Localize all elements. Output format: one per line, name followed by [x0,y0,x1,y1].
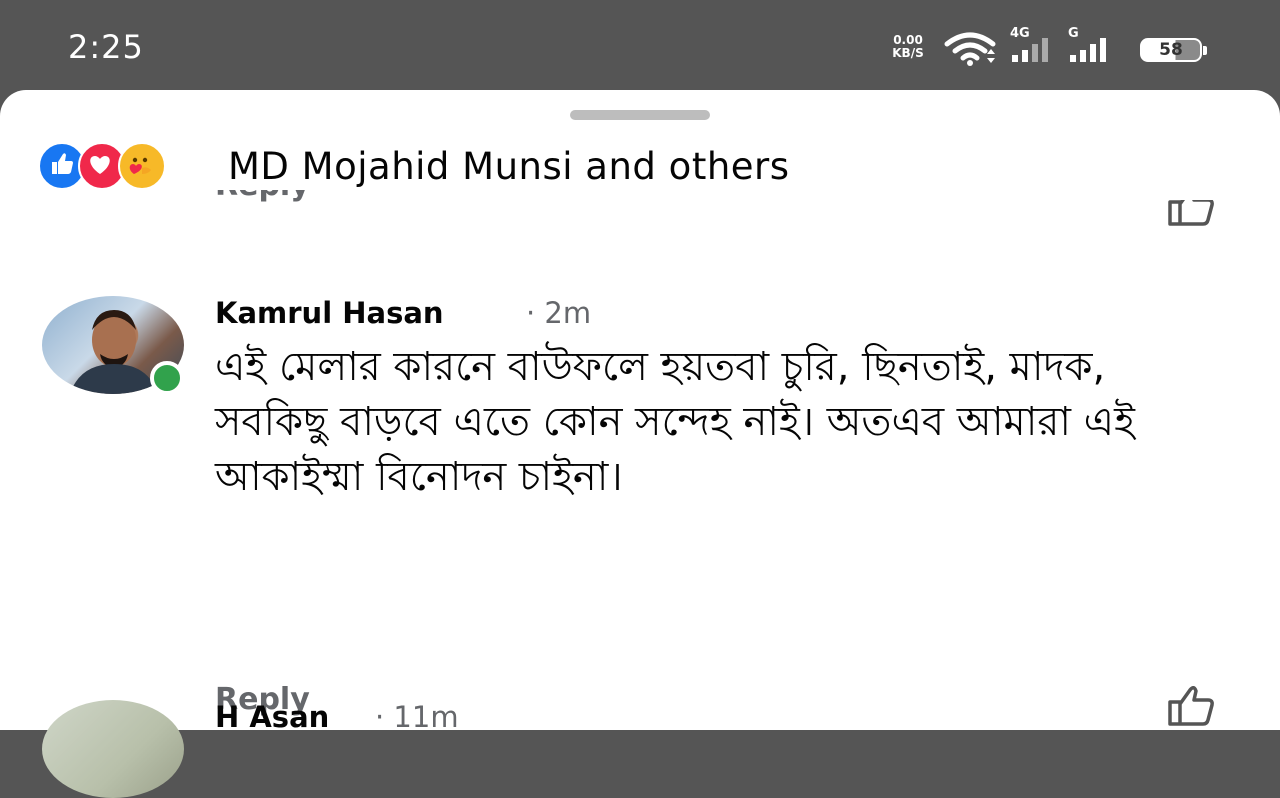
signal-4g-label: 4G [1010,26,1030,41]
avatar[interactable] [42,700,184,798]
comment-text: এই মেলার কারনে বাউফলে হয়তবা চুরি, ছিনতা… [215,344,1135,500]
comments-sheet: MD Mojahid Munsi and others Reply Kamrul… [0,90,1280,798]
signal-4g: 4G [1010,26,1056,68]
previous-reply-button[interactable]: Reply [215,190,365,230]
previous-like-button[interactable] [1166,200,1222,230]
reactions-summary-text: MD Mojahid Munsi and others [228,145,790,188]
drag-handle[interactable] [570,110,710,120]
online-status-indicator [150,361,184,395]
thumbs-up-icon [1168,200,1214,226]
comment-item: H Asan · 11m [0,690,1280,798]
clock: 2:25 [68,28,144,66]
comment-time: · 11m [375,700,459,734]
signal-g-label: G [1068,26,1079,41]
wifi-icon [944,32,996,66]
comment-author[interactable]: H Asan [215,700,329,734]
network-speed: 0.00 KB/S [878,34,938,60]
battery-tip [1203,46,1207,55]
signal-g: G [1068,26,1114,68]
battery-level: 58 [1159,40,1183,60]
status-bar: 2:25 0.00 KB/S 4G G 58 [0,0,1280,92]
previous-reply-label: Reply [215,190,310,203]
comment-author[interactable]: Kamrul Hasan [215,296,444,330]
comment-time: · 2m [526,296,592,330]
care-reaction-icon [118,142,166,190]
network-speed-unit: KB/S [892,46,924,60]
battery-icon: 58 [1140,38,1207,62]
